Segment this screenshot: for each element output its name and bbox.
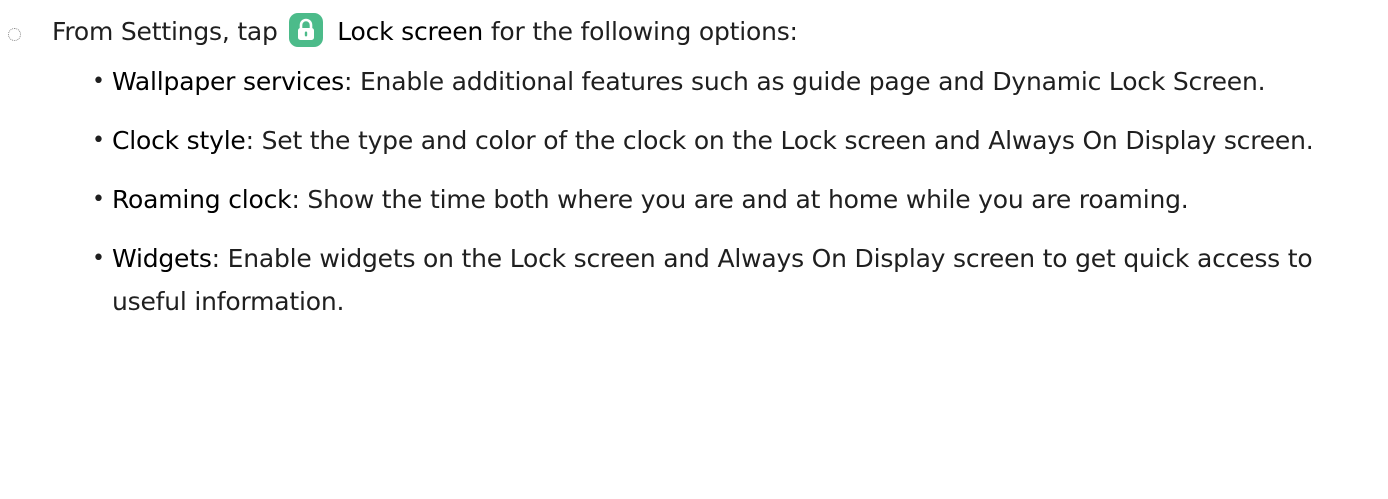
option-term: Widgets — [112, 244, 212, 273]
lock-icon — [289, 13, 324, 47]
option-term: Wallpaper services — [112, 67, 344, 96]
option-clock-style: • Clock style: Set the type and color of… — [92, 119, 1352, 162]
bullet-icon: • — [92, 128, 105, 153]
bullet-icon: • — [92, 69, 105, 94]
option-widgets: • Widgets: Enable widgets on the Lock sc… — [92, 237, 1352, 323]
option-term: Clock style — [112, 126, 246, 155]
intro-prefix: From Settings, tap — [52, 17, 278, 46]
bullet-icon: • — [92, 246, 105, 271]
options-list: • Wallpaper services: Enable additional … — [92, 60, 1352, 339]
option-description: : Enable widgets on the Lock screen and … — [112, 244, 1313, 316]
option-description: : Enable additional features such as gui… — [343, 67, 1266, 96]
lock-screen-link[interactable]: Lock screen — [337, 17, 483, 46]
step-marker-icon — [8, 28, 21, 41]
option-term: Roaming clock — [112, 185, 292, 214]
intro-suffix: for the following options: — [490, 17, 798, 46]
step-intro-line: From Settings, tap Lock screen for the f… — [52, 12, 798, 52]
option-roaming-clock: • Roaming clock: Show the time both wher… — [92, 178, 1352, 221]
option-wallpaper-services: • Wallpaper services: Enable additional … — [92, 60, 1352, 103]
option-description: : Set the type and color of the clock on… — [245, 126, 1314, 155]
bullet-icon: • — [92, 187, 105, 212]
instruction-step: From Settings, tap Lock screen for the f… — [0, 0, 1388, 499]
option-description: : Show the time both where you are and a… — [291, 185, 1189, 214]
